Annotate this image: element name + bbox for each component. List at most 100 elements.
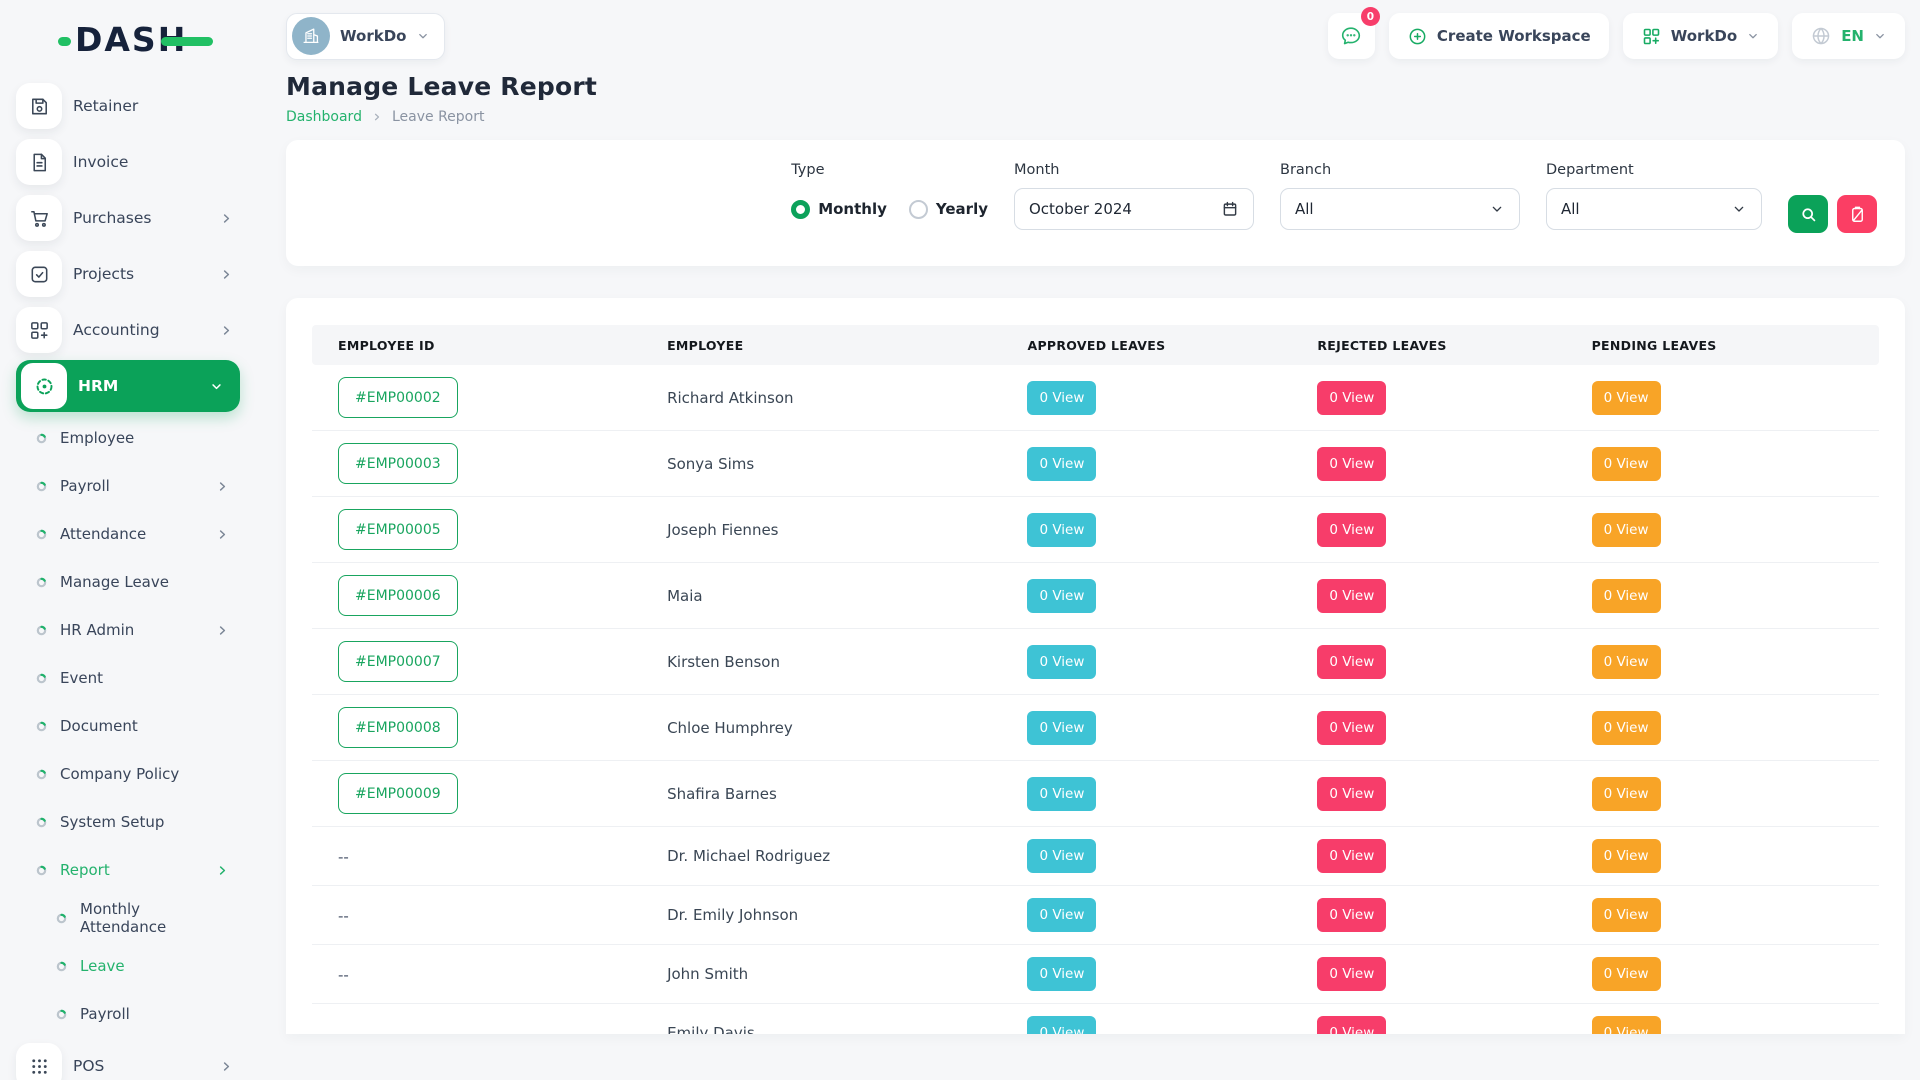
employee-id-button[interactable]: #EMP00002: [338, 377, 458, 418]
pending-leaves-cell: 0 View: [1566, 501, 1879, 559]
sidebar-item-label: Report: [60, 861, 215, 879]
approved-view-badge[interactable]: 0 View: [1027, 579, 1096, 613]
employee-id-button[interactable]: #EMP00007: [338, 641, 458, 682]
approved-view-badge[interactable]: 0 View: [1027, 777, 1096, 811]
branch-value: All: [1295, 200, 1314, 218]
sidebar-item-hr-admin[interactable]: HR Admin: [0, 606, 252, 654]
bullet-icon: [56, 1009, 68, 1020]
pending-view-badge[interactable]: 0 View: [1592, 898, 1661, 932]
sidebar-item-pos[interactable]: POS: [0, 1038, 252, 1080]
reset-button[interactable]: [1837, 195, 1877, 233]
sidebar-item-manage-leave[interactable]: Manage Leave: [0, 558, 252, 606]
employee-name-cell: Sonya Sims: [641, 443, 1001, 485]
rejected-view-badge[interactable]: 0 View: [1317, 839, 1386, 873]
chevron-right-icon: [215, 623, 230, 638]
approved-view-badge[interactable]: 0 View: [1027, 839, 1096, 873]
approved-view-badge[interactable]: 0 View: [1027, 957, 1096, 991]
rejected-view-badge[interactable]: 0 View: [1317, 513, 1386, 547]
chat-bubble-icon: [1339, 24, 1363, 48]
rejected-view-badge[interactable]: 0 View: [1317, 645, 1386, 679]
pending-view-badge[interactable]: 0 View: [1592, 645, 1661, 679]
approved-view-badge[interactable]: 0 View: [1027, 513, 1096, 547]
approved-view-badge[interactable]: 0 View: [1027, 711, 1096, 745]
pending-view-badge[interactable]: 0 View: [1592, 513, 1661, 547]
month-input[interactable]: October 2024: [1014, 188, 1254, 230]
pending-view-badge[interactable]: 0 View: [1592, 957, 1661, 991]
sidebar-item-projects[interactable]: Projects: [0, 246, 252, 302]
breadcrumb-current: Leave Report: [392, 109, 485, 125]
pending-view-badge[interactable]: 0 View: [1592, 1016, 1661, 1034]
chevron-down-icon: [1489, 201, 1505, 217]
radio-monthly[interactable]: Monthly: [791, 200, 887, 219]
sidebar-item-report[interactable]: Report: [0, 846, 252, 894]
employee-id-button[interactable]: #EMP00009: [338, 773, 458, 814]
pending-view-badge[interactable]: 0 View: [1592, 579, 1661, 613]
employee-id-button[interactable]: #EMP00003: [338, 443, 458, 484]
breadcrumb: Dashboard Leave Report: [286, 109, 1905, 125]
page-header: Manage Leave Report Dashboard Leave Repo…: [286, 72, 1905, 125]
sidebar-item-monthly-attendance[interactable]: Monthly Attendance: [0, 894, 252, 942]
sidebar-item-purchases[interactable]: Purchases: [0, 190, 252, 246]
sidebar-nav: RetainerInvoicePurchasesProjectsAccounti…: [0, 78, 252, 1080]
workspace-avatar: [292, 17, 330, 55]
department-value: All: [1561, 200, 1580, 218]
sidebar-item-payroll[interactable]: Payroll: [0, 462, 252, 510]
notification-count-badge: 0: [1361, 7, 1380, 26]
sidebar-item-hrm[interactable]: HRM: [16, 360, 240, 412]
sidebar-item-system-setup[interactable]: System Setup: [0, 798, 252, 846]
sidebar-item-label: POS: [73, 1057, 219, 1075]
sidebar-item-retainer[interactable]: Retainer: [0, 78, 252, 134]
pending-view-badge[interactable]: 0 View: [1592, 381, 1661, 415]
chevron-right-icon: [219, 323, 234, 338]
pending-view-badge[interactable]: 0 View: [1592, 777, 1661, 811]
clipboard-slash-icon: [1848, 205, 1867, 224]
hrm-icon: [21, 363, 67, 409]
rejected-view-badge[interactable]: 0 View: [1317, 579, 1386, 613]
sidebar-item-attendance[interactable]: Attendance: [0, 510, 252, 558]
brand-logo[interactable]: DASH: [0, 0, 252, 78]
sidebar-item-payroll[interactable]: Payroll: [0, 990, 252, 1038]
branch-select[interactable]: All: [1280, 188, 1520, 230]
employee-name-cell: Dr. Michael Rodriguez: [641, 835, 1001, 877]
employee-id-button[interactable]: #EMP00005: [338, 509, 458, 550]
pending-view-badge[interactable]: 0 View: [1592, 711, 1661, 745]
pending-view-badge[interactable]: 0 View: [1592, 447, 1661, 481]
language-selector[interactable]: EN: [1792, 13, 1905, 59]
workspace-selector[interactable]: WorkDo: [286, 13, 445, 60]
employee-id-button[interactable]: #EMP00006: [338, 575, 458, 616]
col-approved-leaves: Approved Leaves: [1001, 338, 1291, 353]
retainer-icon: [16, 83, 62, 129]
approved-view-badge[interactable]: 0 View: [1027, 381, 1096, 415]
rejected-leaves-cell: 0 View: [1291, 1004, 1565, 1034]
radio-yearly[interactable]: Yearly: [909, 200, 988, 219]
rejected-view-badge[interactable]: 0 View: [1317, 777, 1386, 811]
rejected-view-badge[interactable]: 0 View: [1317, 381, 1386, 415]
rejected-view-badge[interactable]: 0 View: [1317, 711, 1386, 745]
table-row: #EMP00008 Chloe Humphrey 0 View 0 View 0…: [312, 695, 1879, 761]
approved-view-badge[interactable]: 0 View: [1027, 1016, 1096, 1034]
breadcrumb-dashboard-link[interactable]: Dashboard: [286, 109, 362, 125]
sidebar-item-document[interactable]: Document: [0, 702, 252, 750]
sidebar-item-leave[interactable]: Leave: [0, 942, 252, 990]
sidebar-item-invoice[interactable]: Invoice: [0, 134, 252, 190]
bullet-icon: [36, 481, 48, 492]
employee-id-button[interactable]: #EMP00008: [338, 707, 458, 748]
approved-view-badge[interactable]: 0 View: [1027, 447, 1096, 481]
sidebar-item-company-policy[interactable]: Company Policy: [0, 750, 252, 798]
rejected-view-badge[interactable]: 0 View: [1317, 447, 1386, 481]
search-button[interactable]: [1788, 195, 1828, 233]
notifications-button[interactable]: 0: [1328, 13, 1375, 59]
sidebar-item-employee[interactable]: Employee: [0, 414, 252, 462]
table-row: -- John Smith 0 View 0 View 0 View: [312, 945, 1879, 1004]
pending-view-badge[interactable]: 0 View: [1592, 839, 1661, 873]
sidebar-item-accounting[interactable]: Accounting: [0, 302, 252, 358]
create-workspace-button[interactable]: Create Workspace: [1389, 13, 1609, 59]
app-switcher-button[interactable]: WorkDo: [1623, 13, 1778, 59]
sidebar-item-event[interactable]: Event: [0, 654, 252, 702]
rejected-view-badge[interactable]: 0 View: [1317, 1016, 1386, 1034]
rejected-view-badge[interactable]: 0 View: [1317, 957, 1386, 991]
approved-view-badge[interactable]: 0 View: [1027, 645, 1096, 679]
approved-view-badge[interactable]: 0 View: [1027, 898, 1096, 932]
department-select[interactable]: All: [1546, 188, 1762, 230]
rejected-view-badge[interactable]: 0 View: [1317, 898, 1386, 932]
